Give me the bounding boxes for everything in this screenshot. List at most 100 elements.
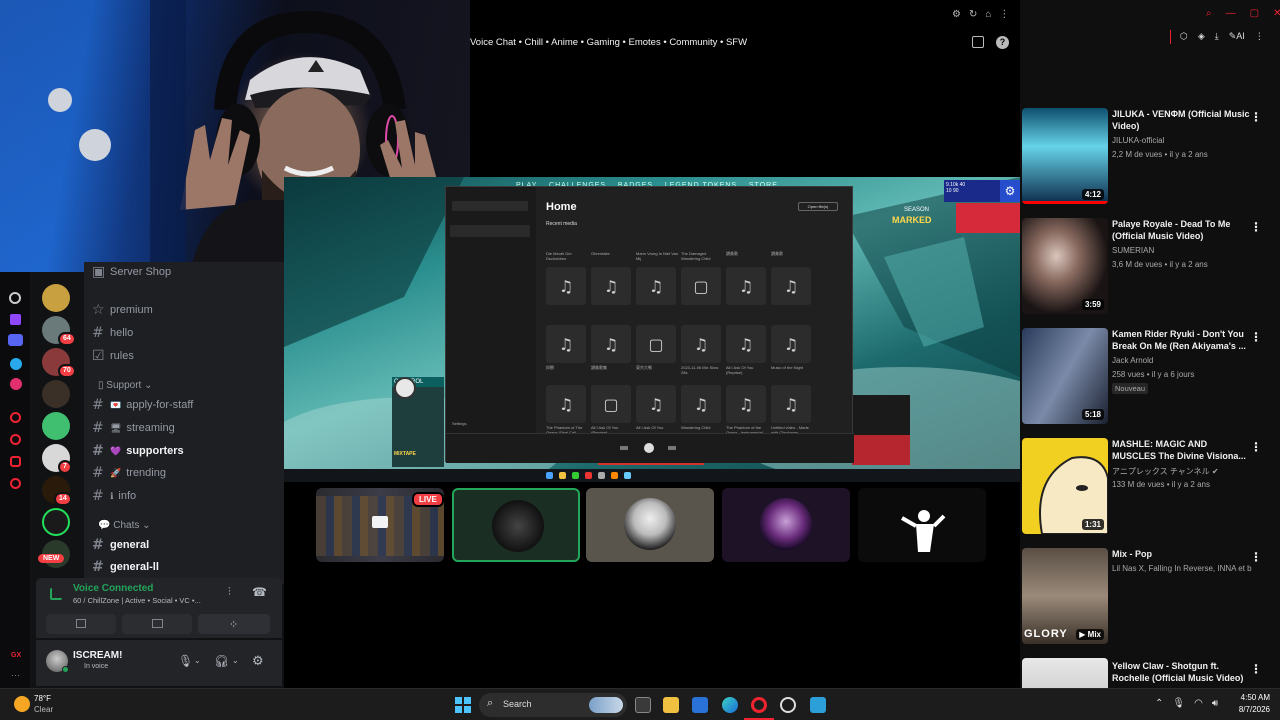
store-icon[interactable] [692, 697, 708, 713]
video-thumbnail[interactable]: 1:31 [1022, 438, 1108, 534]
username[interactable]: ISCREAM! [73, 650, 122, 661]
gear-icon[interactable]: ⚙ [252, 653, 264, 669]
video-item[interactable]: Yellow Claw - Shotgun ft. Rochelle (Offi… [1020, 658, 1280, 688]
video-thumbnail[interactable]: 3:59 [1022, 218, 1108, 314]
video-item[interactable]: GLORY ▶ Mix Mix - Pop Lil Nas X, Falling… [1020, 548, 1280, 658]
microphone-icon[interactable]: 🎙︎ [178, 654, 193, 668]
volume-icon[interactable]: 🔊︎ [1212, 698, 1218, 709]
channel-trending[interactable]: # 🚀 trending [92, 463, 166, 483]
instagram-icon[interactable] [10, 378, 22, 390]
gx-icon[interactable]: GX [11, 652, 21, 659]
channel-info[interactable]: # ℹ info [92, 486, 136, 506]
puzzle-icon[interactable] [10, 456, 21, 467]
file-explorer-icon[interactable] [663, 697, 679, 713]
channel-apply-for-staff[interactable]: # 💌 apply-for-staff [92, 395, 193, 415]
inbox-icon[interactable] [972, 36, 984, 48]
channel-name[interactable]: SUMERIAN [1112, 246, 1154, 255]
server-icon[interactable] [42, 284, 70, 312]
extension-icon[interactable]: ⬡ [1180, 31, 1188, 42]
channel-streaming[interactable]: # 🖥 streaming [92, 418, 175, 438]
more-vert-icon[interactable]: ⋮ [1250, 662, 1262, 676]
more-vert-icon[interactable]: ⋮ [1250, 440, 1262, 454]
channel-server-shop[interactable]: ▣ Server Shop [92, 262, 171, 282]
wifi-icon[interactable]: ◠ [1194, 698, 1203, 709]
chevron-up-icon[interactable]: ⌃ [1155, 698, 1163, 709]
chevron-down-icon[interactable]: ⌄ [232, 656, 239, 665]
more-icon[interactable]: ··· [11, 670, 20, 680]
telegram-icon[interactable] [10, 358, 22, 370]
twitch-icon[interactable] [10, 314, 21, 325]
channel-name[interactable]: Jack Arnold [1112, 356, 1153, 365]
chevron-down-icon[interactable]: ⌄ [194, 656, 201, 665]
steam-icon[interactable] [780, 697, 796, 713]
activities-button[interactable]: ⁘ [198, 614, 270, 634]
screenshare-button[interactable] [122, 614, 192, 634]
search-icon[interactable]: ⌕ [1206, 8, 1212, 19]
channel-hello[interactable]: # hello [92, 323, 133, 343]
video-title[interactable]: Palaye Royale - Dead To Me (Official Mus… [1112, 218, 1252, 242]
server-icon[interactable] [42, 380, 70, 408]
participant-tile-speaking[interactable] [452, 488, 580, 562]
video-item[interactable]: 4:12 JILUKA - VENΦM (Official Music Vide… [1020, 108, 1280, 218]
video-item[interactable]: 3:59 Palaye Royale - Dead To Me (Officia… [1020, 218, 1280, 328]
record-icon[interactable] [10, 412, 21, 423]
category-chats[interactable]: 💬 Chats ⌄ [98, 520, 151, 531]
participant-tile[interactable] [722, 488, 850, 562]
settings-icon[interactable]: ⚙ [952, 9, 961, 20]
participant-tile[interactable] [586, 488, 714, 562]
weather-temp[interactable]: 78°F [34, 694, 51, 703]
server-icon[interactable] [42, 412, 70, 440]
video-thumbnail[interactable]: 5:18 [1022, 328, 1108, 424]
taskbar-search[interactable]: ⌕ Search [479, 693, 627, 717]
maximize-icon[interactable]: ▢ [1250, 8, 1259, 19]
ai-icon[interactable]: ✎AI [1229, 31, 1245, 42]
more-vert-icon[interactable]: ⋮ [1250, 220, 1262, 234]
chatgpt-icon[interactable] [9, 292, 21, 304]
server-icon[interactable] [42, 508, 70, 536]
headphones-icon[interactable]: 🎧︎ [214, 654, 229, 668]
more-vert-icon[interactable]: ⋮ [1250, 550, 1262, 564]
channel-name[interactable]: JILUKA-official [1112, 136, 1164, 145]
channel-general-ll[interactable]: # general-ll [92, 557, 159, 577]
refresh-icon[interactable]: ↻ [969, 9, 977, 20]
more-vert-icon[interactable]: ⋮ [1250, 110, 1262, 124]
start-icon[interactable] [455, 697, 471, 713]
menu-icon[interactable]: ⋮ [1255, 31, 1264, 42]
channel-general[interactable]: # general [92, 535, 149, 555]
close-icon[interactable]: ✕ [1273, 8, 1280, 19]
task-view-icon[interactable] [635, 697, 651, 713]
shield-icon[interactable]: ◈ [1198, 31, 1205, 42]
more-vert-icon[interactable]: ⋮ [1250, 330, 1262, 344]
help-icon[interactable]: ? [996, 36, 1009, 49]
disconnect-icon[interactable]: ☎ [252, 585, 267, 599]
camera-button[interactable] [46, 614, 116, 634]
video-thumbnail[interactable]: 4:12 [1022, 108, 1108, 204]
settings-icon[interactable] [10, 478, 21, 489]
category-support[interactable]: ▯ Support ⌄ [98, 380, 152, 391]
clock-icon[interactable] [10, 434, 21, 445]
channel-rules[interactable]: ☑ rules [92, 346, 134, 366]
video-title[interactable]: Mix - Pop [1112, 548, 1252, 560]
video-thumbnail[interactable] [1022, 658, 1108, 688]
edge-icon[interactable] [722, 697, 738, 713]
channel-premium[interactable]: ☆ premium [92, 300, 153, 320]
clock-time[interactable]: 4:50 AM [1230, 693, 1270, 702]
voice-channel-name[interactable]: 60 / ChillZone | Active • Social • VC •.… [73, 596, 248, 605]
video-thumbnail[interactable]: GLORY ▶ Mix [1022, 548, 1108, 644]
video-title[interactable]: MASHLE: MAGIC AND MUSCLES The Divine Vis… [1112, 438, 1252, 462]
channel-name[interactable]: アニプレックス チャンネル ✔ [1112, 466, 1219, 477]
video-item[interactable]: 5:18 Kamen Rider Ryuki - Don't You Break… [1020, 328, 1280, 438]
opera-gx-icon[interactable] [751, 697, 767, 713]
video-title[interactable]: Yellow Claw - Shotgun ft. Rochelle (Offi… [1112, 660, 1252, 684]
notepad-icon[interactable] [810, 697, 826, 713]
minimize-icon[interactable]: — [1226, 8, 1236, 19]
video-item[interactable]: 1:31 MASHLE: MAGIC AND MUSCLES The Divin… [1020, 438, 1280, 548]
microphone-icon[interactable]: 🎙︎ [1172, 698, 1185, 709]
discord-icon[interactable] [8, 334, 23, 346]
channel-supporters[interactable]: # 💜 supporters [92, 441, 184, 461]
voice-connected-label[interactable]: Voice Connected [73, 583, 153, 594]
noise-suppression-icon[interactable]: ⫶ [228, 586, 231, 599]
participant-tile[interactable] [858, 488, 986, 562]
clock-date[interactable]: 8/7/2026 [1230, 705, 1270, 714]
video-title[interactable]: JILUKA - VENΦM (Official Music Video) [1112, 108, 1252, 132]
